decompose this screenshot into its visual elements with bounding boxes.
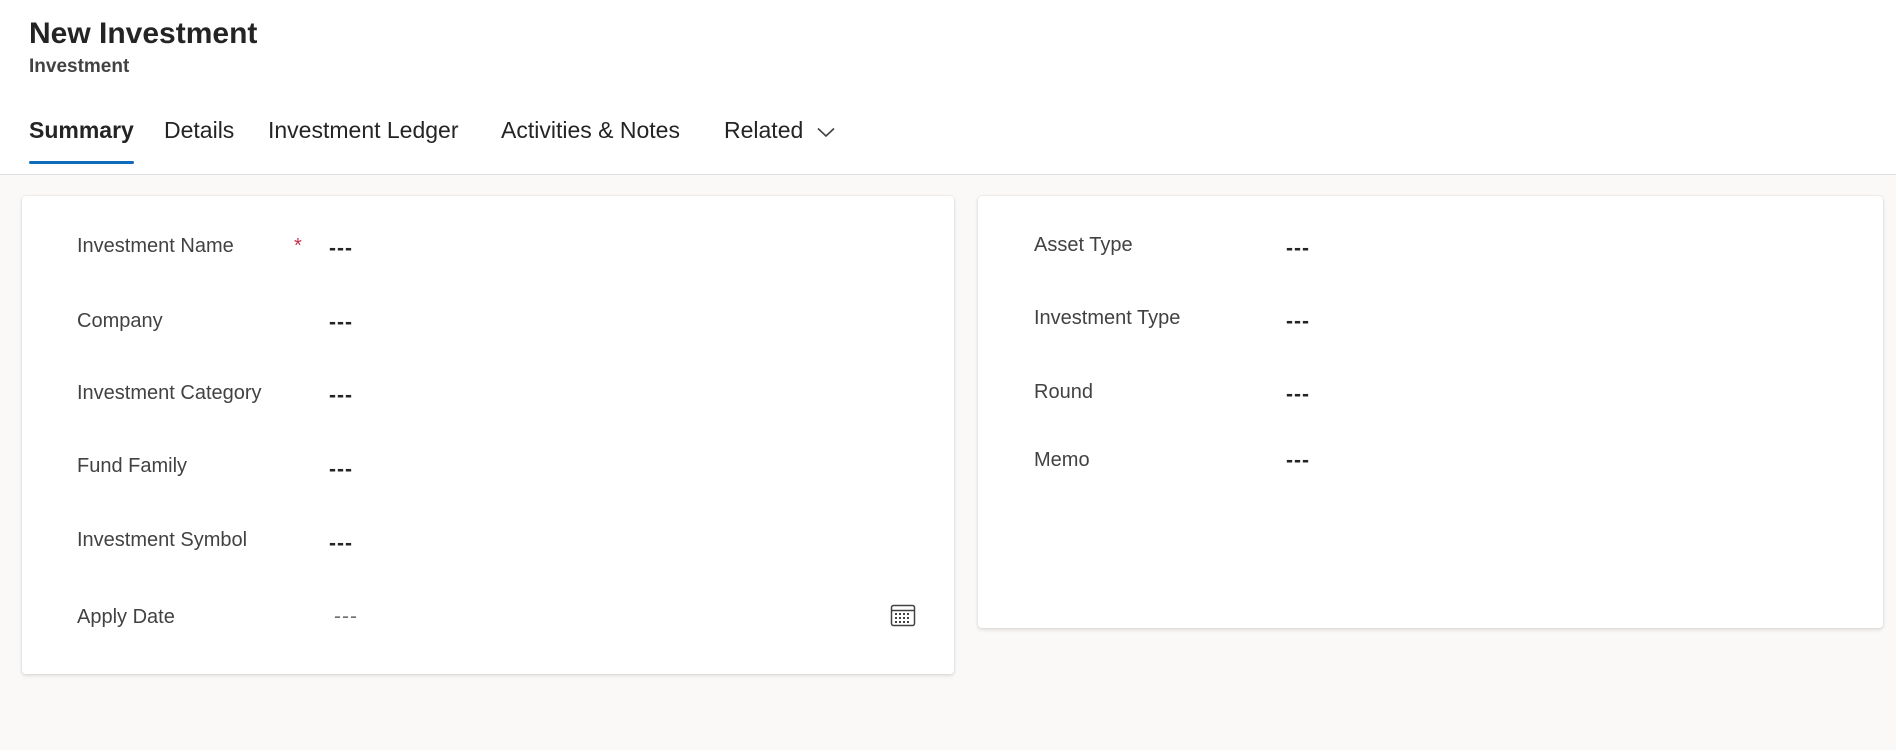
investment-name-label: Investment Name: [77, 235, 234, 257]
entity-subtitle: Investment: [29, 56, 130, 77]
page-title: New Investment: [29, 17, 258, 50]
tab-list: Summary Details Investment Ledger Activi…: [0, 112, 1896, 168]
tab-activities-notes[interactable]: Activities & Notes: [501, 112, 680, 164]
round-field[interactable]: ---: [1286, 382, 1310, 408]
tab-investment-ledger[interactable]: Investment Ledger: [268, 112, 459, 164]
asset-type-label: Asset Type: [1034, 234, 1133, 256]
tab-details[interactable]: Details: [164, 112, 234, 164]
summary-left-section: Investment Name * --- Company --- Invest…: [22, 196, 954, 674]
form-header: New Investment Investment Summary Detail…: [0, 0, 1896, 175]
tab-summary[interactable]: Summary: [29, 112, 134, 164]
fund-family-label: Fund Family: [77, 455, 188, 477]
investment-type-label: Investment Type: [1034, 307, 1181, 329]
asset-type-field[interactable]: ---: [1286, 236, 1310, 262]
apply-date-label: Apply Date: [77, 606, 175, 628]
memo-field[interactable]: ---: [1286, 448, 1310, 474]
apply-date-field[interactable]: ---: [334, 604, 358, 630]
investment-category-label: Investment Category: [77, 382, 262, 404]
tab-related-label: Related: [724, 117, 804, 143]
investment-category-field[interactable]: ---: [329, 383, 353, 409]
tab-related[interactable]: Related: [724, 112, 835, 164]
round-label: Round: [1034, 381, 1093, 403]
company-field[interactable]: ---: [329, 310, 353, 336]
company-label: Company: [77, 310, 163, 332]
investment-name-field[interactable]: ---: [329, 236, 353, 262]
fund-family-field[interactable]: ---: [329, 457, 353, 483]
chevron-down-icon: [817, 112, 835, 148]
investment-type-field[interactable]: ---: [1286, 309, 1310, 335]
investment-symbol-label: Investment Symbol: [77, 529, 248, 551]
required-indicator: *: [294, 235, 302, 257]
summary-right-section: Asset Type --- Investment Type --- Round…: [978, 196, 1883, 628]
calendar-icon[interactable]: [888, 600, 918, 630]
investment-symbol-field[interactable]: ---: [329, 531, 353, 557]
memo-label: Memo: [1034, 449, 1090, 471]
